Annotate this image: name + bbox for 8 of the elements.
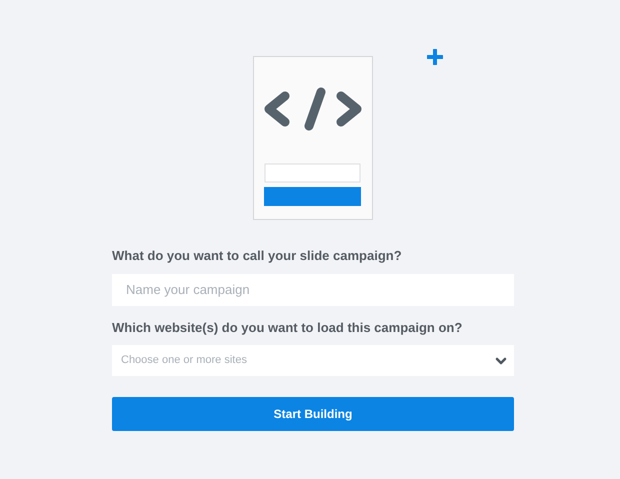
plus-icon <box>427 49 443 65</box>
website-select[interactable]: Choose one or more sites <box>112 345 514 376</box>
select-placeholder: Choose one or more sites <box>121 353 247 368</box>
campaign-name-label: What do you want to call your slide campaign? <box>112 247 403 265</box>
website-select-label: Which website(s) do you want to load this campaign on? <box>112 318 464 337</box>
chevron-down-icon <box>495 356 507 364</box>
start-building-button[interactable]: Start Building <box>112 397 514 431</box>
campaign-name-field[interactable]: Name your campaign <box>112 274 514 306</box>
